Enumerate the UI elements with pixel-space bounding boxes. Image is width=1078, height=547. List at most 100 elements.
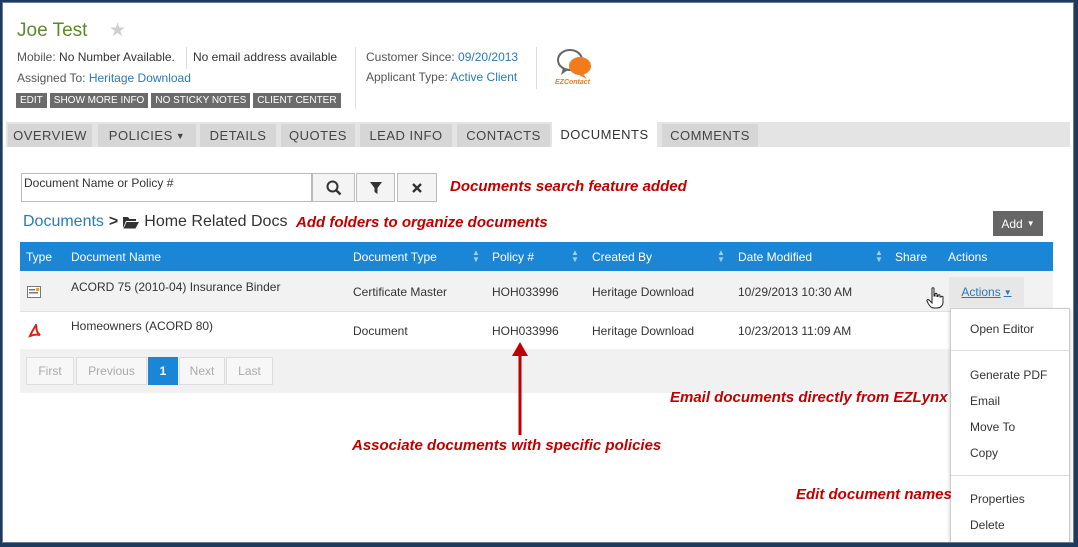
column-date-modified[interactable]: Date Modified (738, 250, 812, 264)
tab-policies[interactable]: POLICIES ▼ (98, 124, 196, 147)
add-button[interactable]: Add ▼ (993, 211, 1043, 236)
pagination: First Previous 1 Next Last (20, 349, 1053, 393)
table-row[interactable]: Homeowners (ACORD 80) Document HOH033996… (20, 312, 1053, 349)
column-document-type[interactable]: Document Type (353, 250, 437, 264)
divider (536, 47, 537, 89)
actions-menu: Open Editor Generate PDF Email Move To C… (950, 308, 1070, 542)
tab-documents[interactable]: DOCUMENTS (552, 122, 657, 147)
next-page-button[interactable]: Next (179, 357, 225, 385)
caret-down-icon: ▼ (1003, 287, 1012, 297)
menu-copy[interactable]: Copy (970, 446, 998, 460)
sort-icon[interactable]: ▲ ▼ (472, 249, 480, 264)
caret-down-icon: ▼ (1026, 219, 1035, 228)
email-info: No email address available (193, 50, 338, 64)
tab-details[interactable]: DETAILS (200, 124, 276, 147)
applicant-value: Active Client (450, 70, 518, 84)
tab-quotes[interactable]: QUOTES (281, 124, 355, 147)
since-label: Customer Since: (366, 50, 455, 64)
date-modified: 10/23/2013 11:09 AM (738, 324, 852, 338)
quick-actions: EDIT SHOW MORE INFO NO STICKY NOTES CLIE… (16, 93, 341, 108)
page-1-button[interactable]: 1 (148, 357, 178, 385)
sort-icon[interactable]: ▲ ▼ (875, 249, 883, 264)
edit-button[interactable]: EDIT (16, 93, 47, 108)
annotation-search: Documents search feature added (450, 178, 687, 195)
actions-label: Actions (961, 285, 1001, 299)
mobile-info: Mobile: No Number Available. (17, 50, 175, 64)
tab-comments[interactable]: COMMENTS (662, 124, 758, 147)
search-button[interactable] (312, 173, 355, 202)
document-name[interactable]: ACORD 75 (2010-04) Insurance Binder (71, 280, 280, 294)
menu-email[interactable]: Email (970, 394, 1000, 408)
menu-generate-pdf[interactable]: Generate PDF (970, 368, 1047, 382)
mobile-value: No Number Available. (59, 50, 175, 64)
policy-number: HOH033996 (492, 324, 559, 338)
add-button-label: Add (1001, 216, 1023, 231)
annotation-arrow-icon (512, 342, 528, 435)
annotation-folders: Add folders to organize documents (296, 214, 548, 231)
sticky-notes-button[interactable]: NO STICKY NOTES (151, 93, 251, 108)
document-name[interactable]: Homeowners (ACORD 80) (71, 319, 213, 333)
first-page-button[interactable]: First (26, 357, 74, 385)
tab-bar: OVERVIEW POLICIES ▼ DETAILS QUOTES LEAD … (6, 122, 1070, 147)
assigned-label: Assigned To: (17, 71, 86, 85)
breadcrumb-documents-link[interactable]: Documents (23, 213, 104, 231)
column-actions: Actions (948, 250, 988, 264)
divider (186, 47, 187, 69)
annotation-policies: Associate documents with specific polici… (352, 437, 662, 454)
sort-icon[interactable]: ▲ ▼ (717, 249, 725, 264)
column-share: Share (895, 250, 928, 264)
tab-overview[interactable]: OVERVIEW (8, 124, 92, 147)
created-by: Heritage Download (592, 285, 695, 299)
previous-page-button[interactable]: Previous (76, 357, 147, 385)
applicant-label: Applicant Type: (366, 70, 448, 84)
breadcrumb: Documents > Home Related Docs (23, 213, 287, 231)
annotation-rename: Edit document names (796, 486, 952, 503)
last-page-button[interactable]: Last (226, 357, 273, 385)
caret-down-icon: ▼ (175, 130, 186, 141)
filter-button[interactable] (356, 173, 395, 202)
pdf-icon (28, 324, 41, 338)
column-type: Type (26, 250, 53, 264)
search-icon (326, 180, 341, 195)
close-icon (412, 182, 422, 193)
applicant-type: Applicant Type: Active Client (366, 70, 517, 84)
document-type: Certificate Master (353, 285, 448, 299)
menu-open-editor[interactable]: Open Editor (970, 322, 1034, 336)
search-input-text: Document Name or Policy # (24, 176, 174, 190)
breadcrumb-current-folder: Home Related Docs (144, 213, 288, 230)
menu-move-to[interactable]: Move To (970, 420, 1015, 434)
ezcontact-logo[interactable]: EZContact (553, 47, 597, 89)
column-created-by[interactable]: Created By (592, 250, 652, 264)
certificate-icon (27, 286, 41, 298)
column-document-name[interactable]: Document Name (71, 250, 161, 264)
created-by: Heritage Download (592, 324, 695, 338)
tab-policies-label: POLICIES (108, 128, 173, 143)
annotation-email: Email documents directly from EZLynx (670, 389, 948, 406)
tab-lead-info[interactable]: LEAD INFO (360, 124, 452, 147)
document-search-input[interactable]: Document Name or Policy # (21, 173, 312, 202)
tab-contacts[interactable]: CONTACTS (457, 124, 550, 147)
date-modified: 10/29/2013 10:30 AM (738, 285, 853, 299)
column-policy[interactable]: Policy # (492, 250, 534, 264)
customer-name: Joe Test (17, 20, 88, 41)
table-row[interactable]: ACORD 75 (2010-04) Insurance Binder Cert… (20, 271, 1053, 312)
assigned-link[interactable]: Heritage Download (89, 71, 191, 85)
divider (355, 47, 356, 109)
hand-cursor-icon (926, 287, 944, 309)
assigned-info: Assigned To: Heritage Download (17, 71, 191, 85)
policy-number: HOH033996 (492, 285, 559, 299)
menu-properties[interactable]: Properties (970, 492, 1025, 506)
sort-icon[interactable]: ▲ ▼ (571, 249, 579, 264)
client-center-button[interactable]: CLIENT CENTER (253, 93, 341, 108)
customer-since: Customer Since: 09/20/2013 (366, 50, 518, 64)
logo-text: EZContact (555, 79, 590, 86)
window: Joe Test ★ Mobile: No Number Available. … (2, 2, 1074, 543)
actions-dropdown-button[interactable]: Actions ▼ (949, 277, 1024, 307)
menu-divider (951, 350, 1069, 351)
clear-search-button[interactable] (397, 173, 437, 202)
breadcrumb-separator: > (108, 213, 119, 230)
filter-icon (369, 181, 382, 194)
favorite-star-icon[interactable]: ★ (109, 19, 126, 42)
show-more-info-button[interactable]: SHOW MORE INFO (49, 93, 149, 108)
menu-delete[interactable]: Delete (970, 518, 1005, 532)
